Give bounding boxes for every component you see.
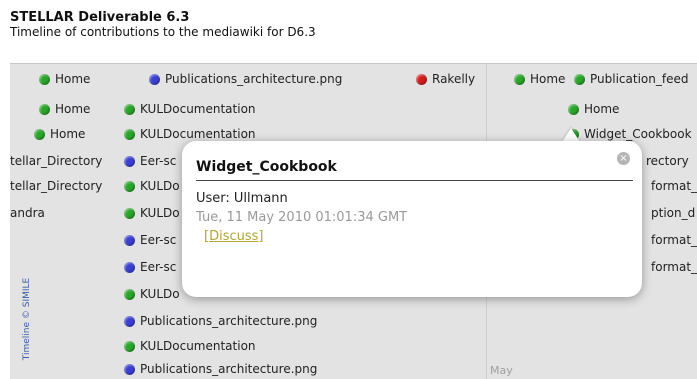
event-label: Home	[50, 127, 86, 141]
event-label: Publications_architecture.png	[140, 314, 318, 328]
timeline-event[interactable]: KULDo	[124, 285, 180, 303]
timeline-event[interactable]: KULDo	[124, 177, 180, 195]
event-dot-icon	[149, 73, 160, 85]
event-dot-icon	[124, 128, 135, 140]
event-label: format_	[651, 233, 697, 247]
popup-pointer	[562, 128, 580, 142]
timeline-event[interactable]: format_	[651, 177, 697, 195]
timeline-event[interactable]: KULDocumentation	[124, 337, 256, 355]
event-label: KULDo	[140, 179, 180, 193]
event-dot-icon	[568, 103, 579, 115]
event-label: KULDo	[140, 206, 180, 220]
timeline-event[interactable]: KULDo	[124, 204, 180, 222]
timeline-event[interactable]: andra	[10, 204, 45, 222]
event-label: tellar_Directory	[10, 179, 103, 193]
event-label: KULDocumentation	[140, 102, 256, 116]
event-label: tellar_Directory	[10, 154, 103, 168]
event-label: Widget_Cookbook	[584, 127, 692, 141]
timeline-event[interactable]: Home	[568, 100, 619, 118]
timeline-event[interactable]: Home	[34, 125, 85, 143]
popup-title: Widget_Cookbook	[196, 159, 633, 181]
timeline-event[interactable]: Publications_architecture.png	[149, 70, 342, 88]
event-dot-icon	[124, 207, 135, 219]
timeline-event[interactable]: rectory	[646, 152, 689, 170]
event-label: Rakelly	[432, 72, 476, 86]
event-popup: × Widget_Cookbook User: Ullmann Tue, 11 …	[182, 141, 642, 297]
event-label: Publication_feed	[590, 72, 689, 86]
event-label: format_	[651, 179, 697, 193]
event-label: Home	[584, 102, 620, 116]
event-dot-icon	[124, 261, 135, 273]
event-dot-icon	[124, 315, 135, 327]
event-dot-icon	[514, 73, 525, 85]
timeline-event[interactable]: Eer-sc	[124, 258, 176, 276]
event-label: format_	[651, 260, 697, 274]
event-label: Home	[530, 72, 566, 86]
event-label: Eer-sc	[140, 154, 177, 168]
timeline-event[interactable]: Home	[39, 100, 90, 118]
event-label: KULDo	[140, 287, 180, 301]
page-header: STELLAR Deliverable 6.3 Timeline of cont…	[10, 10, 316, 40]
timeline-event[interactable]: format_	[651, 231, 697, 249]
discuss-link[interactable]: [Discuss]	[204, 229, 263, 244]
month-label: May	[490, 364, 513, 377]
event-dot-icon	[39, 73, 50, 85]
event-dot-icon	[124, 155, 135, 167]
event-label: Publications_architecture.png	[140, 362, 318, 376]
event-dot-icon	[416, 73, 427, 85]
event-dot-icon	[574, 73, 585, 85]
popup-user: User: Ullmann	[196, 191, 288, 206]
timeline-event[interactable]: Eer-sc	[124, 231, 176, 249]
timeline-event[interactable]: ption_d	[651, 204, 695, 222]
event-label: Publications_architecture.png	[165, 72, 343, 86]
timeline-event[interactable]: Rakelly	[416, 70, 475, 88]
timeline-credit[interactable]: Timeline © SIMILE	[22, 274, 32, 364]
popup-date: Tue, 11 May 2010 01:01:34 GMT	[196, 210, 408, 225]
event-dot-icon	[124, 288, 135, 300]
timeline-event[interactable]: format_	[651, 258, 697, 276]
event-label: rectory	[646, 154, 689, 168]
event-dot-icon	[34, 128, 45, 140]
event-dot-icon	[124, 180, 135, 192]
timeline-event[interactable]: Home	[39, 70, 90, 88]
event-label: Eer-sc	[140, 233, 177, 247]
timeline-event[interactable]: Publications_architecture.png	[124, 360, 317, 378]
event-dot-icon	[39, 103, 50, 115]
event-label: Home	[55, 102, 91, 116]
page-subtitle: Timeline of contributions to the mediawi…	[10, 25, 316, 39]
timeline-event[interactable]: Publication_feed	[574, 70, 688, 88]
event-label: andra	[10, 206, 45, 220]
event-dot-icon	[124, 103, 135, 115]
event-dot-icon	[124, 340, 135, 352]
event-label: Eer-sc	[140, 260, 177, 274]
event-label: KULDocumentation	[140, 339, 256, 353]
event-dot-icon	[124, 234, 135, 246]
event-label: KULDocumentation	[140, 127, 256, 141]
timeline-event[interactable]: tellar_Directory	[10, 152, 102, 170]
page-title: STELLAR Deliverable 6.3	[10, 10, 190, 25]
timeline-event[interactable]: tellar_Directory	[10, 177, 102, 195]
event-label: Home	[55, 72, 91, 86]
timeline-event[interactable]: Eer-sc	[124, 152, 176, 170]
event-dot-icon	[124, 363, 135, 375]
timeline-event[interactable]: KULDocumentation	[124, 100, 256, 118]
timeline-event[interactable]: Home	[514, 70, 565, 88]
event-label: ption_d	[651, 206, 696, 220]
timeline-event[interactable]: Publications_architecture.png	[124, 312, 317, 330]
